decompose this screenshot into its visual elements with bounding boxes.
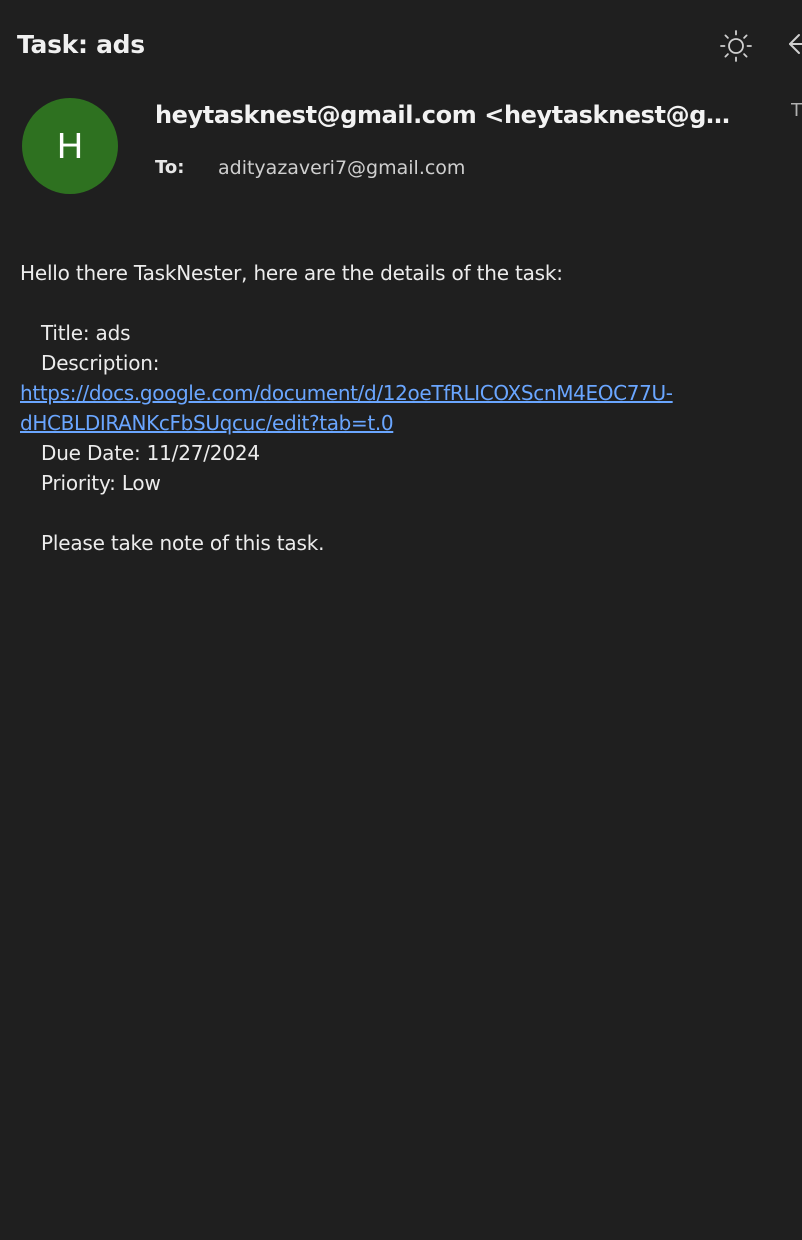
description-link-line2[interactable]: dHCBLDIRANKcFbSUqcuc/edit?tab=t.0 <box>20 408 790 438</box>
email-reading-pane: Task: ads H heytasknest@gmail.com <heyta… <box>0 0 802 1240</box>
clipped-header-text: T <box>791 100 802 121</box>
email-subject: Task: ads <box>17 30 145 59</box>
to-label: To: <box>155 157 185 178</box>
sun-icon[interactable] <box>718 28 754 64</box>
task-title: Title: ads <box>41 321 131 345</box>
sender-address[interactable]: heytasknest@gmail.com <heytasknest@gmail… <box>155 101 735 129</box>
avatar: H <box>22 98 118 194</box>
greeting-text: Hello there TaskNester, here are the det… <box>20 261 563 285</box>
closing-text: Please take note of this task. <box>41 531 325 555</box>
arrow-left-icon[interactable] <box>785 28 802 60</box>
description-link-line1[interactable]: https://docs.google.com/document/d/12oeT… <box>20 378 790 408</box>
description-label: Description: <box>41 351 160 375</box>
avatar-initial: H <box>57 125 83 166</box>
recipient-address[interactable]: adityazaveri7@gmail.com <box>218 157 465 179</box>
priority: Priority: Low <box>41 471 161 495</box>
due-date: Due Date: 11/27/2024 <box>41 441 260 465</box>
